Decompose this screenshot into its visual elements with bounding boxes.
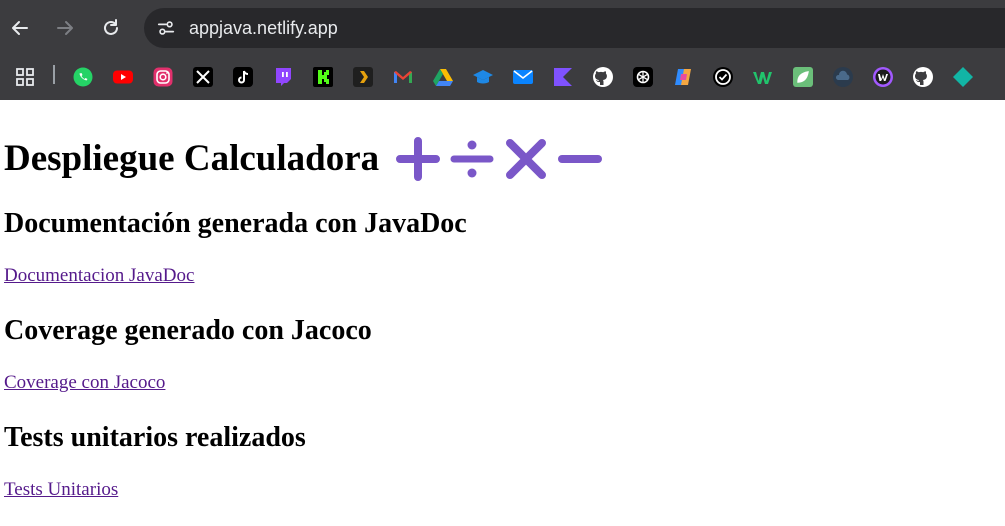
bookmark-cloud-site[interactable] (831, 65, 855, 89)
gmail-icon (394, 71, 412, 83)
back-button[interactable] (6, 14, 34, 42)
bookmark-instagram[interactable] (151, 65, 175, 89)
page-title: Despliegue Calculadora (4, 138, 380, 179)
cloud-icon (833, 67, 853, 87)
bookmark-tasks[interactable] (711, 65, 735, 89)
github-icon (593, 67, 613, 87)
bookmark-kotlin[interactable] (551, 65, 575, 89)
twitch-icon (276, 68, 291, 86)
github-icon (913, 67, 933, 87)
w-logo-icon (753, 72, 772, 84)
multiply-icon (506, 139, 547, 179)
bookmark-tiktok[interactable] (231, 65, 255, 89)
bookmark-gmail[interactable] (391, 65, 415, 89)
section-heading-coverage: Coverage generado con Jacoco (4, 315, 372, 346)
reload-button[interactable] (97, 14, 125, 42)
tiktok-icon (233, 67, 253, 87)
google-drive-icon (433, 69, 453, 86)
kick-icon (313, 67, 333, 87)
apps-button[interactable] (13, 65, 37, 89)
x-icon (193, 67, 213, 87)
bookmark-copilot[interactable] (671, 65, 695, 89)
kotlin-icon (554, 68, 572, 86)
bookmark-plex[interactable] (351, 65, 375, 89)
youtube-icon (113, 70, 133, 84)
apps-grid-icon (16, 68, 34, 86)
page-title-row: Despliegue Calculadora (4, 136, 603, 182)
section-heading-tests: Tests unitarios realizados (4, 422, 306, 453)
bookmark-google-drive[interactable] (431, 65, 455, 89)
divide-icon (450, 140, 494, 178)
arrow-right-icon (57, 21, 73, 35)
bookmark-github-2[interactable] (911, 65, 935, 89)
site-info-button[interactable] (152, 14, 180, 42)
arrow-left-icon (12, 21, 28, 35)
bookmark-w-circle-site[interactable] (871, 65, 895, 89)
bookmark-w-site[interactable] (751, 65, 775, 89)
plus-icon (396, 137, 441, 181)
reload-icon (104, 19, 118, 35)
forward-button[interactable] (51, 14, 79, 42)
bookmark-diamond-site[interactable] (951, 65, 975, 89)
url-text[interactable]: appjava.netlify.app (189, 18, 338, 38)
bookmark-classroom[interactable] (471, 65, 495, 89)
bookmark-youtube[interactable] (111, 65, 135, 89)
tune-icon (157, 21, 175, 35)
section-heading-javadoc: Documentación generada con JavaDoc (4, 208, 467, 239)
bookmark-chatgpt[interactable] (631, 65, 655, 89)
browser-toolbar: appjava.netlify.app (0, 0, 1005, 56)
diamond-icon (953, 67, 973, 87)
classroom-icon (473, 70, 493, 84)
bookmark-kick[interactable] (311, 65, 335, 89)
bookmark-x[interactable] (191, 65, 215, 89)
w-circle-icon (873, 67, 893, 87)
instagram-icon (153, 67, 173, 87)
check-circle-icon (713, 67, 733, 87)
mail-icon (513, 70, 533, 84)
chatgpt-icon (633, 67, 653, 87)
bookmark-mail[interactable] (511, 65, 535, 89)
browser-chrome: appjava.netlify.app (0, 0, 1005, 100)
address-bar[interactable]: appjava.netlify.app (144, 8, 1005, 48)
plex-icon (353, 67, 373, 87)
bookmark-twitch[interactable] (271, 65, 295, 89)
whatsapp-icon (73, 67, 93, 87)
bookmark-github[interactable] (591, 65, 615, 89)
bookmarks-separator (53, 65, 55, 84)
javadoc-link[interactable]: Documentacion JavaDoc (4, 265, 194, 287)
bookmark-whatsapp[interactable] (71, 65, 95, 89)
copilot-icon (675, 69, 691, 85)
math-operators (395, 136, 603, 182)
bookmarks-bar (0, 56, 1005, 100)
tests-link[interactable]: Tests Unitarios (4, 479, 118, 501)
bookmark-leaf-site[interactable] (791, 65, 815, 89)
leaf-icon (793, 67, 813, 87)
minus-icon (558, 155, 603, 163)
coverage-link[interactable]: Coverage con Jacoco (4, 372, 165, 394)
